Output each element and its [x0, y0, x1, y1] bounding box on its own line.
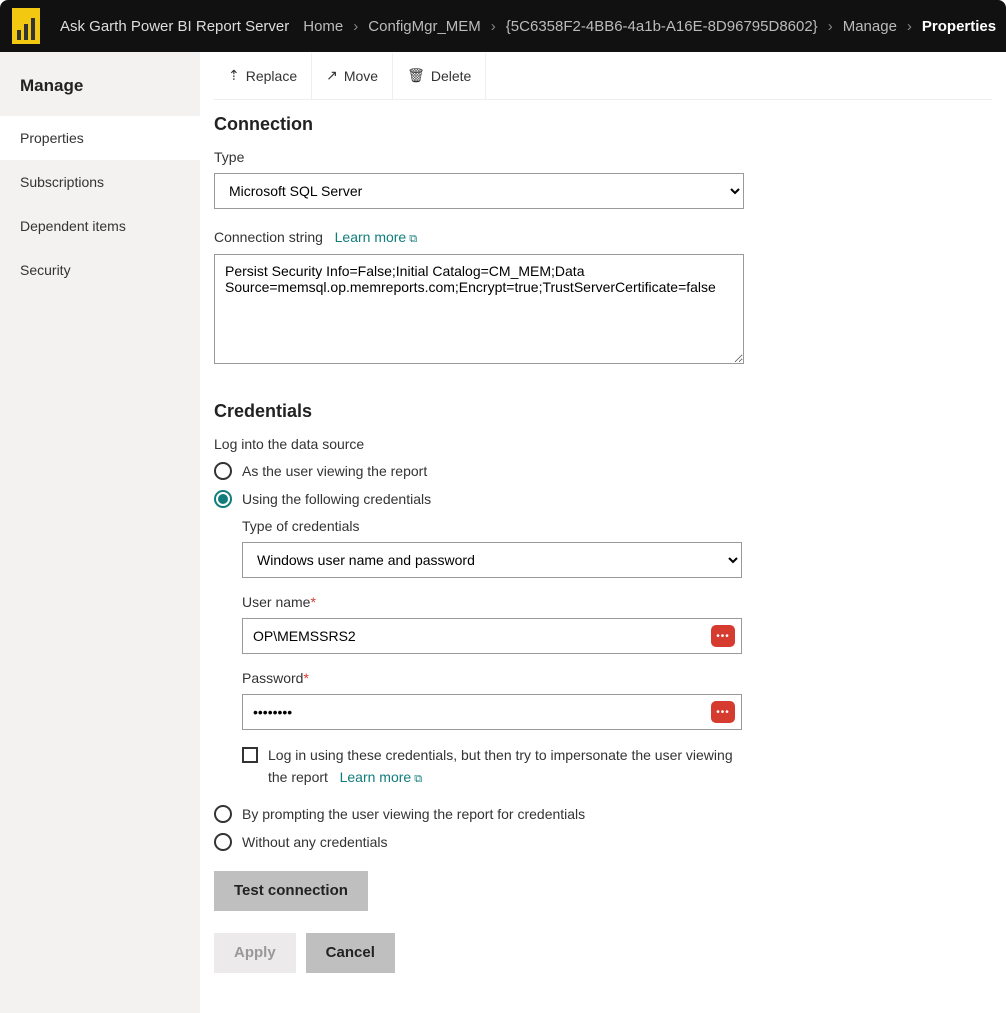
chevron-right-icon: ›	[491, 18, 496, 35]
learn-more-link[interactable]: Learn more⧉	[335, 229, 417, 245]
connection-heading: Connection	[214, 114, 992, 135]
type-select[interactable]: Microsoft SQL Server	[214, 173, 744, 209]
username-input-wrap: •••	[242, 618, 742, 654]
external-icon: ⧉	[409, 233, 417, 245]
toolbar: ⇡ Replace ↗ Move 🗑 Delete	[214, 52, 992, 100]
conn-string-label-text: Connection string	[214, 229, 323, 245]
learn-more-text: Learn more	[340, 769, 412, 785]
breadcrumb-link[interactable]: {5C6358F2-4BB6-4a1b-A16E-8D96795D8602}	[506, 18, 818, 35]
trash-icon: 🗑	[407, 67, 425, 84]
impersonate-label: Log in using these credentials, but then…	[268, 747, 733, 785]
radio-label: Using the following credentials	[242, 491, 431, 507]
move-icon: ↗	[326, 67, 338, 84]
radio-as-user[interactable]: As the user viewing the report	[214, 462, 992, 480]
main-content: ⇡ Replace ↗ Move 🗑 Delete Connection Typ…	[200, 52, 1006, 1013]
username-label: User name*	[242, 594, 992, 610]
radio-label: Without any credentials	[242, 834, 388, 850]
breadcrumb-link[interactable]: Manage	[843, 18, 897, 35]
breadcrumb-link[interactable]: Home	[303, 18, 343, 35]
username-label-text: User name	[242, 594, 310, 610]
impersonate-checkbox[interactable]	[242, 747, 258, 763]
upload-icon: ⇡	[228, 67, 240, 84]
password-label-text: Password	[242, 670, 303, 686]
radio-icon	[214, 833, 232, 851]
sidebar-title: Manage	[0, 52, 200, 116]
password-label: Password*	[242, 670, 992, 686]
breadcrumb-current: Properties	[922, 18, 996, 35]
password-manager-icon[interactable]: •••	[711, 625, 735, 647]
delete-label: Delete	[431, 68, 471, 84]
sidebar-item-dependent-items[interactable]: Dependent items	[0, 204, 200, 248]
password-input-wrap: •••	[242, 694, 742, 730]
chevron-right-icon: ›	[828, 18, 833, 35]
replace-label: Replace	[246, 68, 297, 84]
apply-button[interactable]: Apply	[214, 933, 296, 973]
replace-button[interactable]: ⇡ Replace	[214, 53, 312, 99]
radio-label: As the user viewing the report	[242, 463, 427, 479]
username-input[interactable]	[243, 619, 711, 653]
server-name: Ask Garth Power BI Report Server	[60, 18, 289, 35]
cancel-button[interactable]: Cancel	[306, 933, 395, 973]
breadcrumb-link[interactable]: ConfigMgr_MEM	[368, 18, 481, 35]
radio-icon	[214, 462, 232, 480]
cred-type-select[interactable]: Windows user name and password	[242, 542, 742, 578]
impersonate-text: Log in using these credentials, but then…	[268, 744, 742, 789]
learn-more-link[interactable]: Learn more⧉	[340, 769, 422, 785]
move-button[interactable]: ↗ Move	[312, 53, 393, 99]
password-manager-icon[interactable]: •••	[711, 701, 735, 723]
top-bar: Ask Garth Power BI Report Server Home › …	[0, 0, 1006, 52]
radio-prompt[interactable]: By prompting the user viewing the report…	[214, 805, 992, 823]
chevron-right-icon: ›	[353, 18, 358, 35]
impersonate-row: Log in using these credentials, but then…	[242, 744, 742, 789]
delete-button[interactable]: 🗑 Delete	[393, 53, 486, 99]
sidebar-item-security[interactable]: Security	[0, 248, 200, 292]
sidebar-item-subscriptions[interactable]: Subscriptions	[0, 160, 200, 204]
password-input[interactable]	[243, 695, 711, 729]
credentials-intro: Log into the data source	[214, 436, 992, 452]
breadcrumb: Home › ConfigMgr_MEM › {5C6358F2-4BB6-4a…	[303, 18, 996, 35]
move-label: Move	[344, 68, 378, 84]
radio-none[interactable]: Without any credentials	[214, 833, 992, 851]
learn-more-text: Learn more	[335, 229, 407, 245]
sidebar-item-properties[interactable]: Properties	[0, 116, 200, 160]
credentials-heading: Credentials	[214, 401, 992, 422]
conn-string-label: Connection string Learn more⧉	[214, 229, 992, 246]
external-icon: ⧉	[414, 773, 422, 785]
radio-icon-selected	[214, 490, 232, 508]
radio-using-following[interactable]: Using the following credentials	[214, 490, 992, 508]
radio-label: By prompting the user viewing the report…	[242, 806, 585, 822]
cred-type-label: Type of credentials	[242, 518, 992, 534]
sidebar: Manage Properties Subscriptions Dependen…	[0, 52, 200, 1013]
type-label: Type	[214, 149, 992, 165]
pbi-logo-icon	[12, 8, 40, 44]
chevron-right-icon: ›	[907, 18, 912, 35]
test-connection-button[interactable]: Test connection	[214, 871, 368, 911]
radio-icon	[214, 805, 232, 823]
conn-string-textarea[interactable]: Persist Security Info=False;Initial Cata…	[214, 254, 744, 364]
